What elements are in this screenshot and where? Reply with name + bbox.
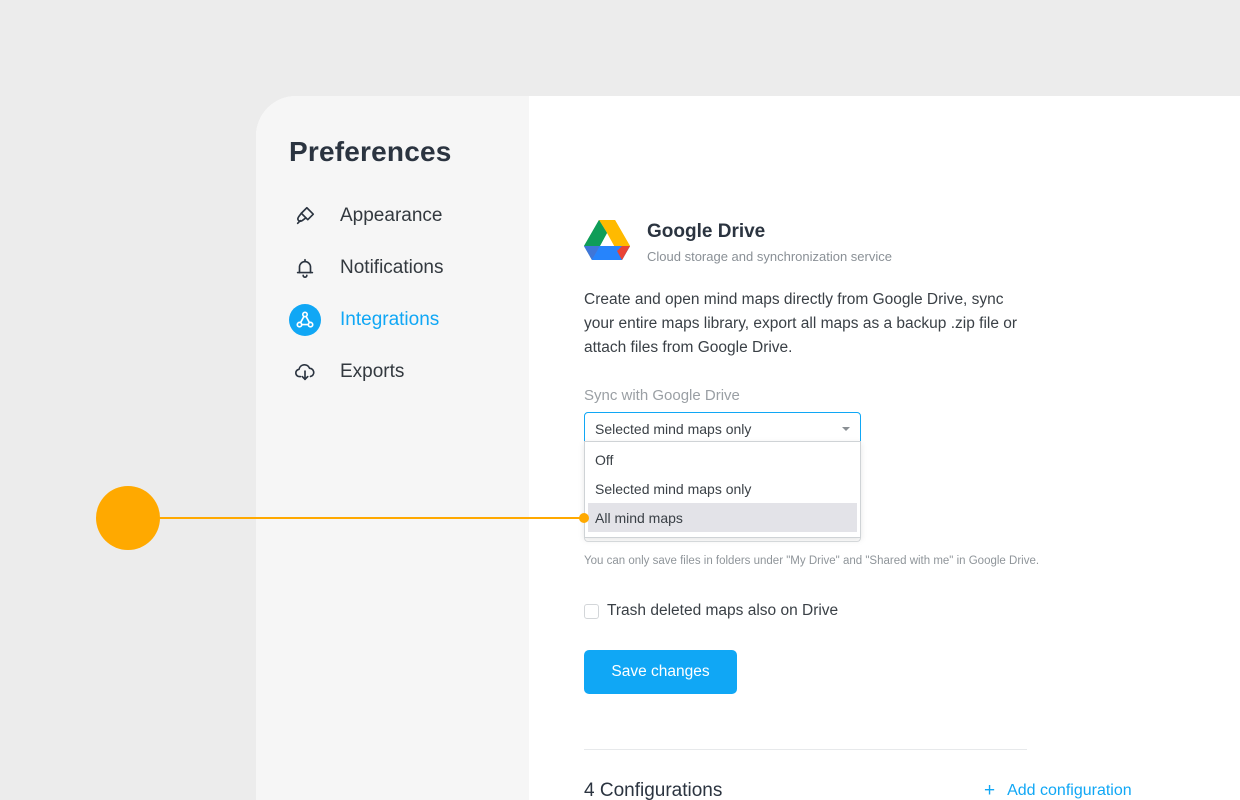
section-divider [584,749,1027,750]
bell-icon [289,252,321,284]
sidebar-item-integrations[interactable]: Integrations [289,304,529,336]
integration-header: Google Drive Cloud storage and synchroni… [584,220,1240,264]
cloud-download-icon [289,356,321,388]
integration-description: Create and open mind maps directly from … [584,291,1018,356]
callout-pointer [579,513,589,523]
sidebar-item-label: Exports [340,361,405,382]
callout-marker [96,486,160,550]
caret-down-icon [842,427,850,431]
sidebar-item-appearance[interactable]: Appearance [289,200,529,232]
sidebar-item-notifications[interactable]: Notifications [289,252,529,284]
sync-select-value: Selected mind maps only [595,421,752,437]
configurations-title: 4 Configurations [584,780,723,800]
callout-line [158,517,584,519]
sidebar-item-label: Integrations [340,309,440,330]
plus-icon: + [984,780,996,800]
sync-dropdown-menu: Off Selected mind maps only All mind map… [584,441,861,538]
dropdown-option-selected-maps[interactable]: Selected mind maps only [588,474,857,503]
integration-subtitle: Cloud storage and synchronization servic… [647,249,892,264]
integrations-icon [289,304,321,336]
trash-checkbox[interactable] [584,603,599,619]
sync-label: Sync with Google Drive [584,387,740,404]
preferences-window: Preferences Appearance Notifications Int… [256,96,1240,800]
add-configuration-button[interactable]: + Add configuration [984,780,1132,800]
dropdown-option-all-maps[interactable]: All mind maps [588,503,857,532]
save-button[interactable]: Save changes [584,650,737,694]
integration-title-group: Google Drive Cloud storage and synchroni… [647,220,892,264]
add-configuration-label: Add configuration [1007,782,1132,799]
sidebar-item-label: Appearance [340,205,443,226]
trash-option: Trash deleted maps also on Drive [584,602,838,620]
dropdown-option-off[interactable]: Off [588,445,857,474]
preferences-sidebar: Preferences Appearance Notifications Int… [256,96,529,800]
integration-title: Google Drive [647,221,766,242]
google-drive-icon [584,220,630,260]
paint-brush-icon [289,200,321,232]
sidebar-item-label: Notifications [340,257,444,278]
folder-hint: You can only save files in folders under… [584,555,1040,567]
sidebar-title: Preferences [289,136,452,167]
sidebar-item-exports[interactable]: Exports [289,356,529,388]
integration-settings-panel: Google Drive Cloud storage and synchroni… [529,96,1240,800]
trash-checkbox-label[interactable]: Trash deleted maps also on Drive [607,602,838,620]
